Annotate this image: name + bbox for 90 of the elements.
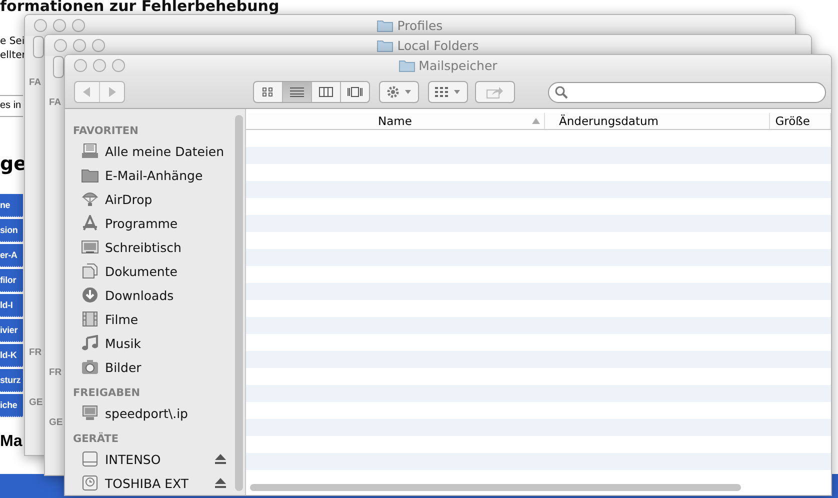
window-button[interactable] — [54, 39, 67, 52]
share-button[interactable] — [475, 81, 515, 103]
list-view-button[interactable] — [283, 82, 312, 102]
arrange-menu-button[interactable] — [428, 81, 468, 103]
columns-icon — [319, 87, 333, 97]
grid-menu-icon — [434, 86, 462, 98]
sidebar-item[interactable]: Alle meine Dateien — [105, 144, 224, 158]
folder-icon — [377, 19, 394, 32]
computer-icon — [81, 405, 99, 421]
sidebar-heading: GE — [29, 397, 43, 408]
sidebar-heading: FA — [29, 77, 42, 88]
scrollbar[interactable] — [235, 115, 243, 491]
sidebar-heading: GE — [49, 417, 63, 428]
window-button[interactable] — [53, 19, 66, 32]
page-subheading: Ma — [0, 433, 24, 451]
column-header[interactable]: Größe — [770, 113, 831, 129]
folder-icon — [81, 167, 99, 183]
folder-icon — [377, 39, 394, 52]
gear-icon — [386, 85, 412, 99]
share-icon — [486, 86, 504, 98]
sidebar-item[interactable]: Musik — [105, 336, 141, 350]
sidebar-heading: FREIGABEN — [72, 386, 142, 401]
window-button[interactable] — [112, 59, 125, 72]
drive-icon — [81, 451, 99, 467]
sidebar-item[interactable]: Schreibtisch — [105, 240, 182, 254]
film-strip-icon — [81, 311, 99, 327]
sidebar-heading: FR — [29, 347, 42, 358]
sidebar-heading: GERÄTE — [72, 431, 120, 447]
list-item[interactable]: ne — [0, 194, 23, 217]
right-arrow-icon — [108, 87, 116, 97]
camera-icon — [81, 359, 99, 375]
sidebar-item[interactable]: Bilder — [105, 360, 142, 374]
back-button[interactable] — [53, 56, 64, 78]
documents-icon — [81, 263, 99, 279]
sidebar-item[interactable]: INTENSO — [105, 452, 161, 466]
page-text: e Sei — [0, 35, 26, 49]
list-icon — [290, 87, 304, 97]
window-title: Local Folders — [397, 38, 479, 53]
monitor-icon — [81, 239, 99, 255]
column-header[interactable]: Änderungsdatum — [545, 113, 770, 129]
grid-icon — [262, 87, 274, 97]
letter-a-icon — [81, 215, 99, 231]
window-title: Profiles — [397, 18, 443, 33]
list-item[interactable]: filor — [0, 269, 23, 292]
eject-icon[interactable] — [215, 454, 226, 464]
column-header[interactable]: Name — [246, 113, 545, 129]
sidebar-item[interactable]: Dokumente — [105, 264, 178, 278]
list-item[interactable]: iche — [0, 394, 23, 417]
scrollbar[interactable] — [250, 484, 741, 491]
sort-arrow-icon — [532, 118, 540, 124]
window-button[interactable] — [74, 59, 87, 72]
window-button[interactable] — [93, 59, 106, 72]
sidebar-item[interactable]: Filme — [105, 312, 138, 326]
window-button[interactable] — [92, 39, 105, 52]
page-text: ellter — [0, 49, 26, 63]
page-subheading: ge — [0, 153, 26, 175]
list-item[interactable]: sturz — [0, 369, 23, 392]
left-arrow-icon — [83, 87, 91, 97]
view-switcher[interactable] — [253, 81, 370, 103]
sidebar-item[interactable]: AirDrop — [105, 192, 152, 206]
sidebar-heading: FR — [49, 367, 62, 378]
window-title: Mailspeicher — [418, 58, 498, 73]
clock-drive-icon — [81, 475, 99, 491]
sidebar-item[interactable]: Programme — [105, 216, 178, 230]
navigation-control[interactable] — [74, 81, 125, 103]
list-item[interactable]: sion — [0, 219, 23, 242]
list-item[interactable]: ld-I — [0, 294, 23, 317]
sidebar-heading: FAVORITEN — [72, 124, 140, 139]
action-menu-button[interactable] — [379, 81, 419, 103]
sidebar-item[interactable]: speedport\.ip — [105, 406, 188, 420]
sidebar-heading: FA — [49, 97, 62, 108]
window-button[interactable] — [72, 19, 85, 32]
document-stack-icon — [81, 143, 99, 159]
coverflow-icon — [347, 87, 363, 97]
search-icon — [555, 86, 568, 98]
list-item[interactable]: ivier — [0, 319, 23, 342]
parachute-icon — [81, 191, 99, 207]
sidebar-item[interactable]: Downloads — [105, 288, 174, 302]
search-field[interactable] — [548, 82, 826, 102]
back-button[interactable] — [33, 36, 44, 58]
list-item[interactable]: ld-K — [0, 344, 23, 367]
eject-icon[interactable] — [215, 478, 226, 488]
list-item[interactable]: er-A — [0, 244, 23, 267]
input-field[interactable]: es in — [0, 95, 23, 117]
music-note-icon — [81, 335, 99, 351]
window-button[interactable] — [73, 39, 86, 52]
sidebar-item[interactable]: TOSHIBA EXT — [105, 476, 188, 490]
window-button[interactable] — [34, 19, 47, 32]
sidebar-item[interactable]: E-Mail-Anhänge — [105, 168, 203, 182]
folder-icon — [398, 59, 415, 72]
